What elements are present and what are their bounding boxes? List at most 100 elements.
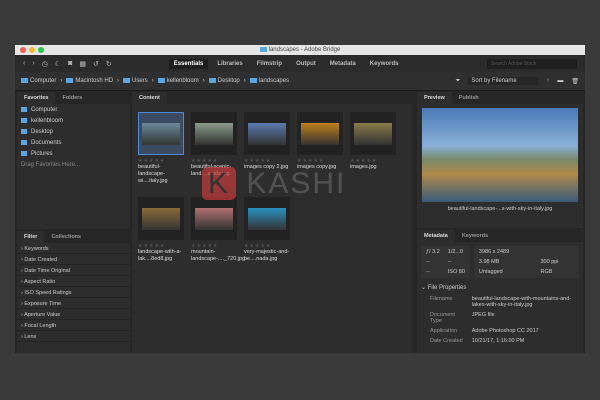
folder-icon bbox=[21, 107, 27, 112]
filter-label: Date Time Original bbox=[24, 268, 70, 274]
favorite-label: kellenbloom bbox=[31, 117, 64, 124]
breadcrumb-item[interactable]: Macintosh HD bbox=[66, 77, 113, 84]
tab-preview[interactable]: Preview bbox=[417, 92, 452, 104]
favorite-item[interactable]: Desktop bbox=[17, 126, 130, 137]
boomerang-icon[interactable]: ☾ bbox=[55, 60, 61, 68]
tab-filter[interactable]: Filter bbox=[17, 231, 45, 243]
meta-cell: -- bbox=[426, 259, 430, 265]
watermark-logo: K KASHI bbox=[202, 167, 346, 201]
breadcrumb-item[interactable]: Computer bbox=[21, 77, 57, 85]
meta-cell: beautiful-landscape-with-mountains-and-l… bbox=[471, 296, 572, 308]
meta-row: 3986 x 2489 bbox=[476, 248, 577, 256]
filter-item[interactable]: › Keywords bbox=[17, 243, 130, 254]
workspace-metadata[interactable]: Metadata bbox=[325, 59, 361, 69]
meta-cell: 1/2...0 bbox=[447, 249, 464, 255]
workspace-essentials[interactable]: Essentials bbox=[168, 58, 209, 69]
meta-cell: -- bbox=[426, 269, 430, 275]
breadcrumb-item[interactable]: kellenbloom bbox=[157, 77, 199, 85]
minimize-button[interactable] bbox=[29, 47, 35, 53]
favorite-item[interactable]: Computer bbox=[17, 104, 130, 115]
filter-panel: Filter Collections › Keywords › Date Creat… bbox=[17, 231, 130, 353]
filter-item[interactable]: › Date Created bbox=[17, 254, 130, 265]
thumbnail-image bbox=[301, 122, 339, 145]
favorite-item[interactable]: Documents bbox=[17, 137, 130, 148]
tab-content[interactable]: Content bbox=[132, 92, 167, 104]
filter-label: Date Created bbox=[24, 257, 58, 263]
meta-row: -- -- bbox=[423, 258, 468, 266]
workspace-libraries[interactable]: Libraries bbox=[212, 59, 247, 69]
favorite-item[interactable]: Pictures bbox=[17, 148, 130, 159]
thumbnail-caption: landscape-with-a-lak....8ed8.jpg bbox=[138, 249, 182, 262]
sort-order-icon[interactable]: ↑ bbox=[546, 78, 549, 84]
tab-favorites[interactable]: Favorites bbox=[17, 92, 56, 104]
filter-item[interactable]: › Aspect Ratio bbox=[17, 276, 130, 287]
breadcrumb-item[interactable]: Desktop bbox=[208, 77, 240, 85]
favorite-item[interactable]: kellenbloom bbox=[17, 115, 130, 126]
workspace-keywords[interactable]: Keywords bbox=[365, 59, 404, 69]
search-stock-input[interactable]: Search Adobe Stock bbox=[487, 58, 577, 69]
filter-label: Lens bbox=[24, 334, 37, 340]
meta-cell: Adobe Photoshop CC 2017 bbox=[471, 328, 539, 334]
new-folder-icon[interactable]: ▬ bbox=[557, 78, 563, 84]
folder-icon bbox=[123, 77, 131, 83]
file-properties-header[interactable]: ⌄ File Properties bbox=[417, 282, 583, 293]
thumbnail-item[interactable]: ★★★★★ beautiful-landscape-wi....italy.jpg bbox=[138, 112, 184, 185]
meta-row: Application Adobe Photoshop CC 2017 bbox=[427, 327, 581, 335]
breadcrumb-label: Desktop bbox=[217, 78, 240, 85]
preview-panel: Preview Publish beautiful-landscape-...s-… bbox=[417, 92, 583, 228]
workspace-output[interactable]: Output bbox=[291, 59, 321, 69]
rotate-cw-icon[interactable]: ↻ bbox=[106, 60, 112, 68]
filter-icon[interactable]: ⏷ bbox=[456, 78, 461, 85]
forward-icon[interactable]: › bbox=[32, 60, 34, 67]
favorite-label: Documents bbox=[31, 139, 62, 146]
breadcrumb-item[interactable]: Users bbox=[123, 77, 148, 84]
breadcrumb-label: kellenbloom bbox=[166, 78, 199, 85]
meta-row: 3.98 MB 300 ppi bbox=[476, 258, 577, 266]
thumbnail-item[interactable]: ★★★★★ mountain-landscape-...._720.jpg bbox=[191, 197, 245, 263]
meta-cell: Date Created bbox=[430, 338, 463, 344]
filter-item[interactable]: › Lens bbox=[17, 331, 130, 342]
filter-item[interactable]: › Exposure Time bbox=[17, 298, 130, 309]
filter-item[interactable]: › Aperture Value bbox=[17, 309, 130, 320]
meta-cell: 300 ppi bbox=[540, 259, 559, 265]
tab-keywords[interactable]: Keywords bbox=[455, 230, 495, 242]
thumbnail-image bbox=[195, 122, 233, 145]
meta-cell: 10/21/17, 1:16:00 PM bbox=[471, 338, 525, 344]
filter-label: Aspect Ratio bbox=[24, 279, 56, 285]
thumbnail-frame bbox=[244, 197, 290, 240]
thumbnail-item[interactable]: ★★★★★ landscape-with-a-lak....8ed8.jpg bbox=[138, 197, 184, 263]
rotate-ccw-icon[interactable]: ↺ bbox=[93, 60, 99, 68]
refine-icon[interactable]: ▦ bbox=[79, 60, 86, 68]
tab-folders[interactable]: Folders bbox=[55, 92, 89, 104]
filter-label: Exposure Time bbox=[24, 301, 62, 307]
filter-item[interactable]: › ISO Speed Ratings bbox=[17, 287, 130, 298]
filter-item[interactable]: › Focal Length bbox=[17, 320, 130, 331]
back-icon[interactable]: ‹ bbox=[23, 60, 25, 67]
close-button[interactable] bbox=[20, 47, 26, 53]
trash-icon[interactable]: 🗑 bbox=[571, 78, 579, 85]
tab-metadata[interactable]: Metadata bbox=[417, 230, 455, 242]
zoom-button[interactable] bbox=[38, 47, 44, 53]
thumbnail-item[interactable]: ★★★★★ very-majestic-and-be....nada.jpg bbox=[244, 197, 290, 263]
history-icon[interactable]: ◷ bbox=[42, 60, 48, 68]
chevron-right-icon: › bbox=[151, 77, 154, 84]
folder-icon bbox=[259, 46, 267, 52]
meta-cell: -- bbox=[447, 259, 452, 265]
thumbnail-item[interactable]: ★★★★★ images.jpg bbox=[350, 112, 396, 185]
sort-dropdown[interactable]: Sort by Filename bbox=[468, 77, 539, 85]
meta-row: ƒ/ 3.2 1/2...0 bbox=[423, 248, 468, 256]
thumbnail-image bbox=[142, 207, 180, 230]
tab-publish[interactable]: Publish bbox=[452, 92, 486, 104]
folder-icon bbox=[21, 151, 27, 156]
breadcrumb-label: Computer bbox=[30, 78, 57, 85]
workspace-filmstrip[interactable]: Filmstrip bbox=[252, 59, 287, 69]
drag-hint: Drag Favorites Here... bbox=[21, 162, 81, 168]
filter-label: ISO Speed Ratings bbox=[24, 290, 72, 296]
camera-icon[interactable]: ◙ bbox=[68, 60, 72, 67]
filter-item[interactable]: › Date Time Original bbox=[17, 265, 130, 276]
breadcrumb-item[interactable]: landscapes bbox=[249, 77, 289, 84]
chevron-right-icon: › bbox=[60, 77, 63, 84]
meta-cell: 3986 x 2489 bbox=[478, 249, 510, 255]
favorite-label: Computer bbox=[31, 106, 58, 113]
tab-collections[interactable]: Collections bbox=[44, 231, 88, 243]
